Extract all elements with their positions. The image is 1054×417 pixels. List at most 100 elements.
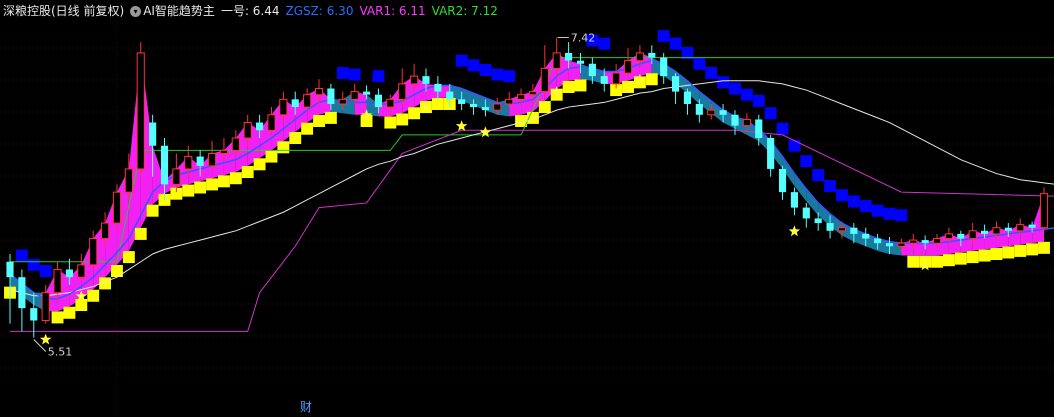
blue-block [348,68,361,81]
candle-body [719,110,727,115]
yellow-block [51,311,64,324]
candle-body [671,76,680,92]
yellow-block [622,80,634,93]
blue-block [336,67,349,80]
yellow-block [301,122,314,135]
finance-marker[interactable]: 财 [300,400,312,414]
yellow-block [146,204,159,217]
candle-body [160,145,169,185]
yellow-block [931,255,943,268]
candle-body [742,118,751,127]
candle-body [362,91,371,95]
candle-body [291,99,299,108]
blue-block [729,82,741,95]
yellow-block [217,175,230,188]
candle-body [279,98,288,116]
candle-body [422,76,430,84]
blue-block [693,57,706,70]
yellow-block [1014,244,1027,257]
blue-block [657,29,670,42]
candle-body [1039,193,1049,229]
blue-block [503,70,516,83]
yellow-block [63,306,76,319]
candle-body [755,119,763,138]
candle-body [1016,224,1025,232]
yellow-block [229,172,242,185]
candle-body [683,91,692,104]
candle-body [136,52,145,170]
blue-block [812,169,825,182]
candle-body [850,227,858,234]
yellow-block [942,254,955,267]
candle-body [112,191,122,224]
blue-block [717,76,730,89]
candle-body [327,88,335,104]
yellow-block [1038,241,1050,254]
yellow-block [562,80,575,93]
candle-body [493,103,502,111]
candle-body [576,60,585,64]
candle-body [944,233,953,240]
candle-body [790,192,798,208]
yellow-block [265,150,278,163]
candle-body [921,240,929,244]
blue-block [776,122,789,135]
yellow-block [907,255,920,268]
blue-block [479,63,492,76]
candle-body [552,52,561,69]
signal-star [788,225,801,237]
candle-body [695,103,703,115]
candle-body [77,264,86,278]
candle-body [89,238,98,266]
yellow-block [978,249,991,262]
candle-body [814,218,822,224]
candle-body [635,52,644,62]
blue-block [859,200,872,213]
candle-body [41,292,50,322]
candle-body [314,88,324,96]
candle-body [1004,227,1012,231]
candle-body [172,168,181,185]
yellow-block [324,111,337,124]
candle-body [516,94,526,100]
yellow-block [645,73,658,86]
yellow-block [574,79,587,92]
yellow-block [75,299,88,312]
blue-block [669,37,682,50]
candle-body [18,277,26,309]
candle-body [707,109,716,116]
candle-body [767,138,775,169]
blue-block [467,59,480,72]
candle-body [565,52,573,61]
blue-block [836,189,848,202]
candle-body [731,114,739,126]
signal-star [455,120,468,131]
candle-body [338,98,347,105]
candle-body [53,268,62,294]
blue-block [455,54,468,67]
blue-block [752,94,765,107]
yellow-block [289,132,302,144]
yellow-block [87,289,100,302]
candle-body [612,72,621,85]
candlestick-chart[interactable]: 7.42 5.51 财 [0,0,1054,417]
candle-body [434,83,442,92]
candle-body [885,243,894,247]
yellow-block [182,184,195,197]
yellow-block [408,107,421,120]
candle-body [481,107,489,111]
candle-body [219,149,228,154]
blue-block [824,179,837,192]
yellow-block [277,141,290,154]
yellow-block [122,251,135,264]
candle-body [256,122,264,131]
blue-block [847,195,860,208]
candle-body [826,223,834,231]
high-price-label: 7.42 [571,31,596,44]
yellow-block [431,97,444,110]
candle-body [660,57,668,77]
signal-star [479,126,492,138]
candle-body [540,67,549,93]
candle-body [6,261,14,278]
candle-body [505,98,514,105]
